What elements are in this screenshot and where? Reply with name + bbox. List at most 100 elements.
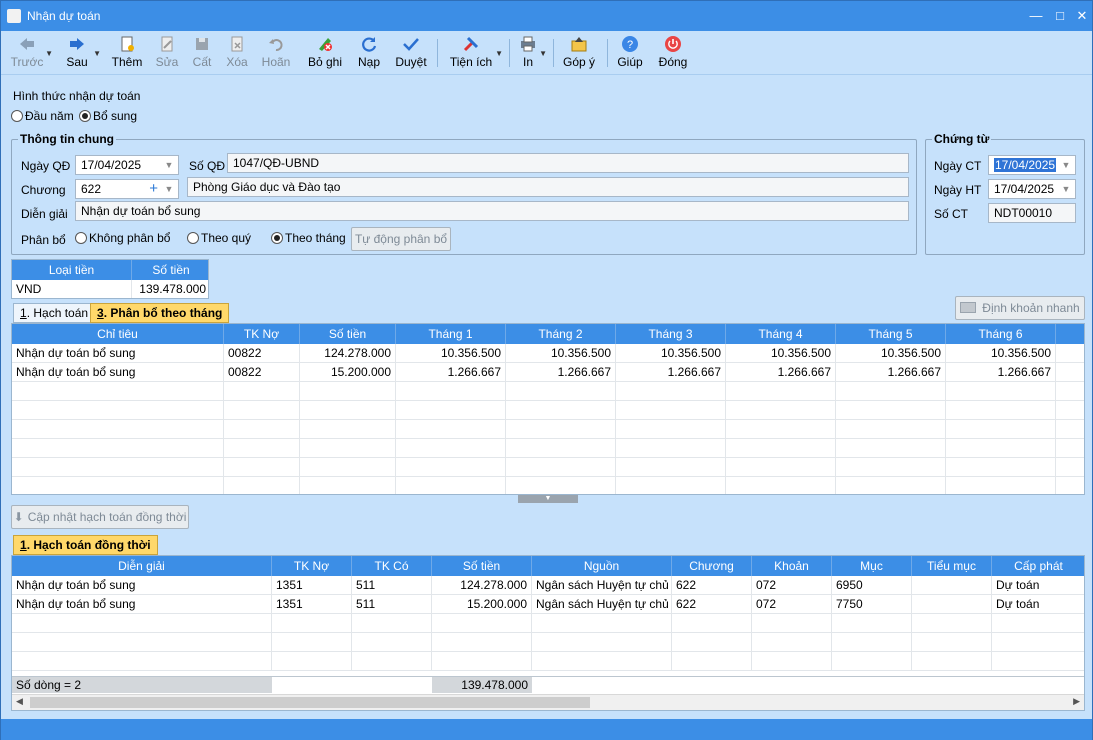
- chevron-down-icon[interactable]: ▼: [162, 157, 176, 173]
- column-header[interactable]: TK Nợ: [224, 324, 300, 344]
- feedback-button[interactable]: Góp ý: [561, 33, 597, 73]
- column-header[interactable]: Số tiền: [432, 556, 532, 576]
- row-count: Số dòng = 2: [12, 677, 272, 693]
- chevron-down-icon[interactable]: ▼: [162, 181, 176, 197]
- column-header[interactable]: Tháng 5: [836, 324, 946, 344]
- empty-row[interactable]: [12, 420, 1084, 439]
- close-window-icon[interactable]: ✕: [1071, 5, 1093, 27]
- chevron-down-icon[interactable]: ▼: [1059, 157, 1073, 173]
- print-button[interactable]: In ▼: [517, 33, 547, 73]
- table-cell: [12, 477, 224, 494]
- empty-row[interactable]: [12, 614, 1084, 633]
- minimize-icon[interactable]: —: [1025, 5, 1047, 27]
- save-button[interactable]: Cất: [189, 33, 215, 73]
- column-header[interactable]: Chỉ tiêu: [12, 324, 224, 344]
- empty-row[interactable]: [12, 382, 1084, 401]
- table-row[interactable]: Nhận dự toán bổ sung 00822 124.278.000 10.3…: [12, 344, 1084, 363]
- back-button[interactable]: Trước ▼: [9, 33, 53, 73]
- table-row[interactable]: Nhận dự toán bổ sung 1351 511 124.278.000 Ng…: [12, 576, 1084, 595]
- column-header[interactable]: Nguồn: [532, 556, 672, 576]
- edit-button[interactable]: Sửa: [153, 33, 181, 73]
- column-header[interactable]: Tháng 6: [946, 324, 1056, 344]
- table-row[interactable]: VND 139.478.000: [12, 280, 208, 298]
- undo-button[interactable]: Hoãn: [259, 33, 293, 73]
- table-cell: 10.356.500: [836, 344, 946, 363]
- table-cell: [506, 382, 616, 401]
- radio-alloc-none[interactable]: Không phân bổ: [75, 231, 170, 247]
- column-header[interactable]: Mục: [832, 556, 912, 576]
- column-header[interactable]: Tiểu mục: [912, 556, 992, 576]
- voucher-no-field[interactable]: NDT00010: [988, 203, 1076, 223]
- radio-supplement[interactable]: Bổ sung: [79, 109, 137, 125]
- utilities-button[interactable]: Tiện ích ▼: [447, 33, 503, 73]
- auto-allocate-button[interactable]: Tự động phân bổ: [351, 227, 451, 251]
- posting-date-field[interactable]: 17/04/2025 ▼: [988, 179, 1076, 199]
- upload-icon: [571, 37, 587, 52]
- column-header[interactable]: Chương: [672, 556, 752, 576]
- chevron-down-icon: ▼: [45, 49, 53, 58]
- chapter-field[interactable]: 622 + ▼: [75, 179, 179, 199]
- table-cell: Nhận dự toán bổ sung: [12, 595, 272, 614]
- empty-row[interactable]: [12, 439, 1084, 458]
- column-header[interactable]: TK Có: [352, 556, 432, 576]
- unpost-button[interactable]: Bỏ ghi: [305, 33, 345, 73]
- scroll-left-icon[interactable]: ◀: [16, 696, 23, 707]
- delete-button[interactable]: Xóa: [223, 33, 251, 73]
- chapter-name-field[interactable]: Phòng Giáo dục và Đào tạo: [187, 177, 909, 197]
- tab-monthly-allocation[interactable]: 3. Phân bổ theo tháng: [90, 303, 230, 323]
- column-header[interactable]: Tháng 1: [396, 324, 506, 344]
- table-cell: [396, 458, 506, 477]
- voucher-date-field[interactable]: 17/04/2025 ▼: [988, 155, 1076, 175]
- tab-simultaneous-accounting[interactable]: 1. Hạch toán đồng thời: [13, 535, 158, 555]
- table-cell: [300, 420, 396, 439]
- decision-no-field[interactable]: 1047/QĐ-UBND: [227, 153, 909, 173]
- column-header[interactable]: Cấp phát: [992, 556, 1084, 576]
- empty-row[interactable]: [12, 458, 1084, 477]
- plus-icon[interactable]: +: [149, 180, 158, 198]
- column-header[interactable]: Diễn giải: [12, 556, 272, 576]
- column-header[interactable]: TK Nợ: [272, 556, 352, 576]
- empty-row[interactable]: [12, 401, 1084, 420]
- tab-accounting[interactable]: 1. Hạch toán: [13, 303, 96, 323]
- toolbar-separator: [553, 39, 554, 67]
- table-row[interactable]: Nhận dự toán bổ sung 1351 511 15.200.000 Ngâ…: [12, 595, 1084, 614]
- chevron-down-icon[interactable]: ▼: [1059, 181, 1073, 197]
- quick-entry-button[interactable]: Định khoản nhanh: [955, 296, 1085, 320]
- table-cell: [12, 420, 224, 439]
- empty-row[interactable]: [12, 652, 1084, 671]
- splitter-handle[interactable]: ▼: [518, 495, 578, 503]
- table-cell: [506, 439, 616, 458]
- approve-button[interactable]: Duyệt: [393, 33, 429, 73]
- scrollbar-thumb[interactable]: [30, 697, 590, 708]
- maximize-icon[interactable]: □: [1049, 5, 1071, 27]
- column-header[interactable]: Số tiền: [300, 324, 396, 344]
- empty-row[interactable]: [12, 477, 1084, 494]
- column-header[interactable]: Khoản: [752, 556, 832, 576]
- table-cell: [912, 576, 992, 595]
- next-button[interactable]: Sau ▼: [61, 33, 101, 73]
- radio-alloc-quarter[interactable]: Theo quý: [187, 231, 251, 247]
- table-cell: [300, 382, 396, 401]
- horizontal-scrollbar[interactable]: ◀ ▶: [12, 694, 1084, 710]
- column-header: Số tiền: [152, 263, 190, 277]
- table-cell: [396, 477, 506, 494]
- table-cell: [726, 477, 836, 494]
- scroll-right-icon[interactable]: ▶: [1073, 696, 1080, 707]
- radio-start-year[interactable]: Đầu năm: [11, 109, 74, 125]
- simultaneous-accounting-grid: Diễn giải TK Nợ TK Có Số tiền Nguồn Chương Kho…: [11, 555, 1085, 711]
- update-simultaneous-button[interactable]: ⬇ Cập nhật hạch toán đồng thời: [11, 505, 189, 529]
- close-button[interactable]: Đóng: [655, 33, 691, 73]
- radio-alloc-month[interactable]: Theo tháng: [271, 231, 346, 247]
- decision-date-field[interactable]: 17/04/2025 ▼: [75, 155, 179, 175]
- description-field[interactable]: Nhận dự toán bổ sung: [75, 201, 909, 221]
- reload-button[interactable]: Nạp: [355, 33, 383, 73]
- column-header[interactable]: Tháng 4: [726, 324, 836, 344]
- table-row[interactable]: Nhận dự toán bổ sung 00822 15.200.000 1.266…: [12, 363, 1084, 382]
- help-button[interactable]: ? Giúp: [615, 33, 645, 73]
- column-header[interactable]: Tháng 3: [616, 324, 726, 344]
- empty-row[interactable]: [12, 633, 1084, 652]
- column-header[interactable]: Tháng 2: [506, 324, 616, 344]
- table-cell: 124.278.000: [432, 576, 532, 595]
- table-cell: [432, 614, 532, 633]
- add-button[interactable]: Thêm: [109, 33, 145, 73]
